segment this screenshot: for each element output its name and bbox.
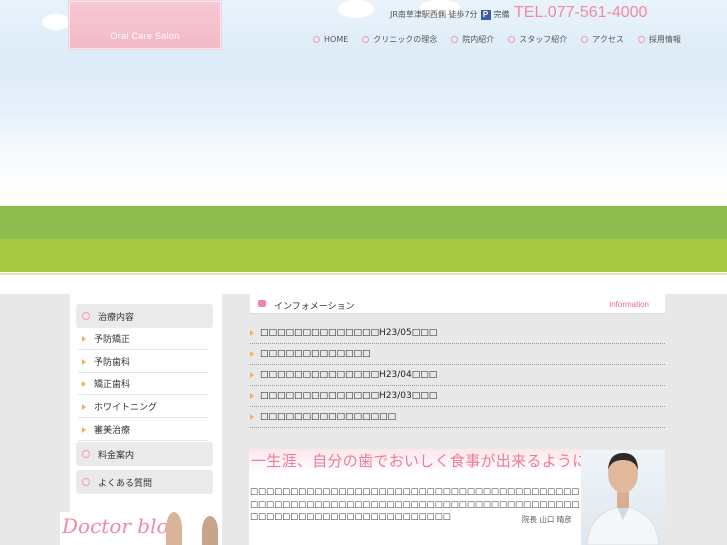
- phone-number[interactable]: TEL.077-561-4000: [514, 4, 647, 22]
- ring-bullet-icon: [313, 36, 320, 43]
- parking-text: 完備: [493, 10, 510, 19]
- logo-text: Oral Care Salon: [110, 31, 180, 41]
- news-item[interactable]: □□□□□□□□□□□□□□H23/04□□□: [250, 365, 665, 386]
- nav-philosophy[interactable]: クリニックの理念: [355, 34, 444, 45]
- side-nav-preventive-ortho[interactable]: 予防矯正: [78, 328, 208, 350]
- ring-bullet-icon: [508, 36, 516, 43]
- ring-bullet-icon: [82, 478, 90, 486]
- information-title: インフォメーション: [274, 302, 355, 312]
- side-nav-aesthetic[interactable]: 審美治療: [78, 419, 208, 441]
- site-logo[interactable]: Oral Care Salon: [68, 0, 222, 50]
- doctor-blog-banner[interactable]: Doctor blog: [60, 512, 222, 545]
- news-item[interactable]: □□□□□□□□□□□□□□□□: [250, 407, 665, 428]
- triangle-bullet-icon: [250, 330, 254, 336]
- triangle-bullet-icon: [82, 358, 86, 365]
- ring-bullet-icon: [82, 450, 90, 458]
- triangle-bullet-icon: [250, 393, 254, 399]
- triangle-bullet-icon: [250, 414, 254, 420]
- triangle-bullet-icon: [82, 335, 86, 342]
- side-nav: 治療内容 予防矯正 予防歯科 矯正歯科 ホワイトニング 審美治療 料金案内 よく…: [70, 294, 222, 545]
- side-nav-faq[interactable]: よくある質問: [76, 470, 213, 494]
- side-nav-treatment[interactable]: 治療内容: [76, 304, 213, 328]
- nav-clinic-tour[interactable]: 院内紹介: [444, 34, 501, 45]
- ring-bullet-icon: [637, 36, 645, 43]
- news-item[interactable]: □□□□□□□□□□□□□: [250, 344, 665, 365]
- nav-home[interactable]: HOME: [306, 34, 355, 45]
- info-heart-icon: [258, 300, 266, 307]
- access-info: JR南草津駅西側 徒歩7分 P 完備: [390, 9, 510, 20]
- triangle-bullet-icon: [250, 351, 254, 357]
- ring-bullet-icon: [451, 36, 459, 43]
- information-title-en: information: [609, 300, 649, 309]
- news-item[interactable]: □□□□□□□□□□□□□□H23/03□□□: [250, 386, 665, 407]
- nav-staff[interactable]: スタッフ紹介: [501, 34, 574, 45]
- global-nav: HOME クリニックの理念 院内紹介 スタッフ紹介 アクセス 採用情報: [306, 34, 688, 45]
- message-catchphrase: 一生涯、自分の歯でおいしく食事が出来るように。: [251, 452, 603, 470]
- cloud-decoration: [338, 0, 374, 18]
- hero-band-upper: [0, 206, 727, 239]
- side-nav-pricing[interactable]: 料金案内: [76, 442, 213, 466]
- information-header: インフォメーション information: [250, 294, 665, 314]
- hero-band-lower: [0, 239, 727, 272]
- access-text: JR南草津駅西側 徒歩7分: [390, 10, 478, 19]
- nav-access[interactable]: アクセス: [574, 34, 631, 45]
- nav-recruit[interactable]: 採用情報: [631, 34, 688, 45]
- blog-banner-title: Doctor blog: [62, 514, 182, 538]
- parking-icon: P: [480, 9, 491, 20]
- triangle-bullet-icon: [82, 380, 86, 387]
- ring-bullet-icon: [362, 36, 370, 43]
- side-nav-orthodontics[interactable]: 矯正歯科: [78, 373, 208, 395]
- doctor-portrait-icon: [586, 453, 660, 545]
- doctor-photo-icon: [166, 512, 182, 545]
- cloud-decoration: [42, 14, 70, 30]
- news-item[interactable]: □□□□□□□□□□□□□□H23/05□□□: [250, 323, 665, 344]
- triangle-bullet-icon: [82, 426, 86, 433]
- hero-band-divider: [0, 273, 727, 275]
- director-photo: [581, 450, 665, 545]
- ring-bullet-icon: [82, 312, 90, 320]
- staff-photo-icon: [202, 516, 218, 545]
- side-nav-preventive-dentistry[interactable]: 予防歯科: [78, 351, 208, 373]
- side-nav-whitening[interactable]: ホワイトニング: [78, 396, 208, 418]
- director-name: 院長 山口 晴彦: [522, 515, 572, 524]
- ring-bullet-icon: [581, 36, 589, 43]
- triangle-bullet-icon: [250, 372, 254, 378]
- triangle-bullet-icon: [82, 403, 86, 410]
